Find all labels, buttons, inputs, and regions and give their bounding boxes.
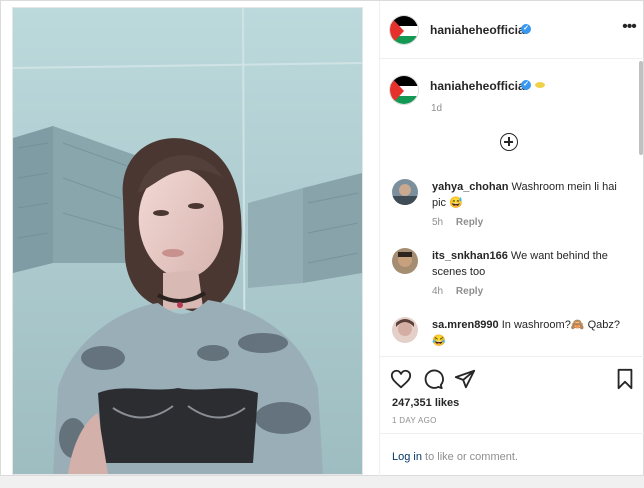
comment-time: 5h — [432, 217, 444, 228]
comment-text: its_snkhan166 We want behind the scenes … — [432, 248, 628, 280]
palestine-flag-avatar-icon — [390, 16, 418, 44]
comment-text: yahya_chohan Washroom mein li hai pic 😅 — [432, 179, 628, 211]
comments-section: haniaheheofficial ✓ 1d yahya_chohan Wash… — [380, 59, 644, 357]
comments-scrollbar[interactable] — [639, 61, 643, 155]
photo-illustration — [13, 8, 362, 474]
login-link[interactable]: Log in — [392, 451, 422, 463]
login-text: Log in to like or comment. — [392, 451, 518, 463]
comment-icon[interactable] — [422, 368, 444, 390]
comment-item: its_snkhan166 We want behind the scenes … — [392, 248, 632, 298]
share-icon[interactable] — [454, 368, 476, 390]
comment-meta: 4h Reply — [432, 286, 483, 297]
likes-count[interactable]: 247,351 likes — [392, 397, 459, 409]
load-more-comments-icon[interactable] — [500, 133, 518, 151]
post-date[interactable]: 1 DAY AGO — [392, 416, 437, 425]
verified-badge-icon: ✓ — [521, 80, 531, 90]
post-side-panel: haniaheheofficial ✓ ••• haniaheheofficia… — [379, 1, 644, 477]
comment-item: sa.mren8990 In washroom?🙈 Qabz? 😂 — [392, 317, 632, 356]
reply-button[interactable]: Reply — [456, 286, 483, 297]
palestine-flag-avatar-icon — [390, 76, 418, 104]
comment-avatar[interactable] — [392, 179, 418, 205]
login-prompt: Log in to like or comment. — [380, 433, 644, 477]
login-rest: to like or comment. — [421, 451, 518, 463]
comment-username[interactable]: its_snkhan166 — [432, 250, 508, 262]
header-username[interactable]: haniaheheofficial — [430, 23, 528, 37]
post-modal: haniaheheofficial ✓ ••• haniaheheofficia… — [0, 0, 644, 477]
caption-time: 1d — [431, 103, 443, 114]
comment-username[interactable]: yahya_chohan — [432, 181, 508, 193]
heart-icon[interactable] — [390, 368, 412, 390]
post-photo[interactable] — [12, 7, 363, 475]
profile-avatar[interactable] — [389, 15, 419, 45]
comment-time: 4h — [432, 286, 444, 297]
user-avatar-icon — [392, 248, 418, 274]
user-avatar-icon — [392, 179, 418, 205]
caption-avatar[interactable] — [389, 75, 419, 105]
post-actions — [380, 363, 644, 397]
comment-avatar[interactable] — [392, 248, 418, 274]
user-avatar-icon — [392, 317, 418, 343]
comment-username[interactable]: sa.mren8990 — [432, 319, 499, 331]
comment-meta: 5h Reply — [432, 217, 483, 228]
verified-badge-icon: ✓ — [521, 24, 531, 34]
caption-username[interactable]: haniaheheofficial — [430, 79, 528, 93]
reply-button[interactable]: Reply — [456, 217, 483, 228]
caption-emoji-icon — [535, 82, 545, 88]
comment-item: yahya_chohan Washroom mein li hai pic 😅 … — [392, 179, 632, 229]
comment-text: sa.mren8990 In washroom?🙈 Qabz? 😂 — [432, 317, 628, 349]
more-options-icon[interactable]: ••• — [620, 19, 638, 37]
comment-avatar[interactable] — [392, 317, 418, 343]
bookmark-icon[interactable] — [614, 368, 636, 390]
page-bottom-strip — [0, 476, 644, 488]
post-header: haniaheheofficial ✓ ••• — [380, 1, 644, 59]
